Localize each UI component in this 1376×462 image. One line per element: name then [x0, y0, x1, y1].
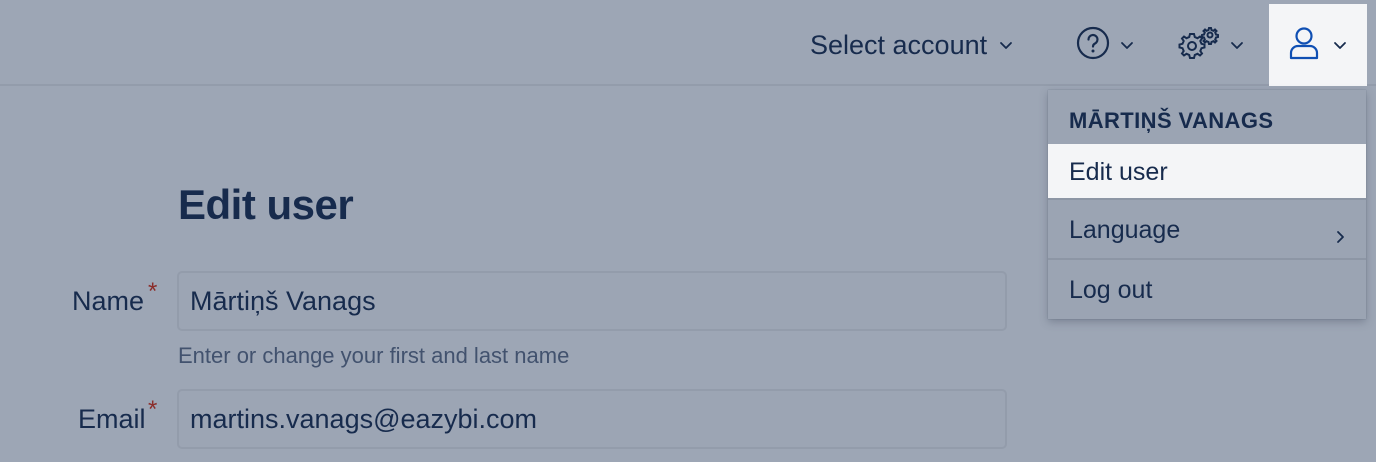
user-dropdown-menu: MĀRTIŅŠ VANAGS Edit user Language Log ou… — [1048, 90, 1366, 319]
chevron-down-icon — [1120, 38, 1134, 52]
menu-item-edit-user[interactable]: Edit user — [1048, 144, 1366, 200]
user-name-heading: MĀRTIŅŠ VANAGS — [1069, 108, 1274, 133]
settings-menu-button[interactable] — [1178, 26, 1244, 64]
required-marker: * — [148, 396, 158, 423]
required-marker: * — [148, 278, 158, 305]
email-input[interactable] — [177, 389, 1007, 449]
page-title: Edit user — [178, 181, 354, 228]
chevron-down-icon — [1230, 38, 1244, 52]
chevron-right-icon — [1334, 222, 1346, 251]
menu-divider — [1048, 258, 1366, 260]
name-label: Name — [72, 286, 145, 316]
menu-item-label: Log out — [1069, 275, 1153, 304]
menu-item-language[interactable]: Language — [1048, 202, 1366, 258]
menu-item-label: Language — [1069, 215, 1181, 244]
user-icon — [1289, 26, 1319, 65]
menu-item-label: Edit user — [1069, 157, 1168, 186]
name-input[interactable] — [177, 271, 1007, 331]
select-account-label: Select account — [810, 29, 988, 60]
top-navigation-bar: Select account — [0, 0, 1376, 86]
user-menu-button[interactable] — [1269, 4, 1367, 86]
menu-item-log-out[interactable]: Log out — [1048, 262, 1366, 318]
chevron-down-icon — [999, 38, 1013, 52]
select-account-dropdown[interactable]: Select account — [810, 28, 1013, 62]
help-menu-button[interactable] — [1076, 26, 1134, 64]
name-hint: Enter or change your first and last name — [178, 343, 570, 368]
menu-divider — [1048, 198, 1366, 200]
email-label: Email — [78, 404, 146, 434]
settings-icon — [1178, 26, 1220, 65]
chevron-down-icon — [1333, 38, 1347, 52]
help-icon — [1076, 26, 1110, 65]
